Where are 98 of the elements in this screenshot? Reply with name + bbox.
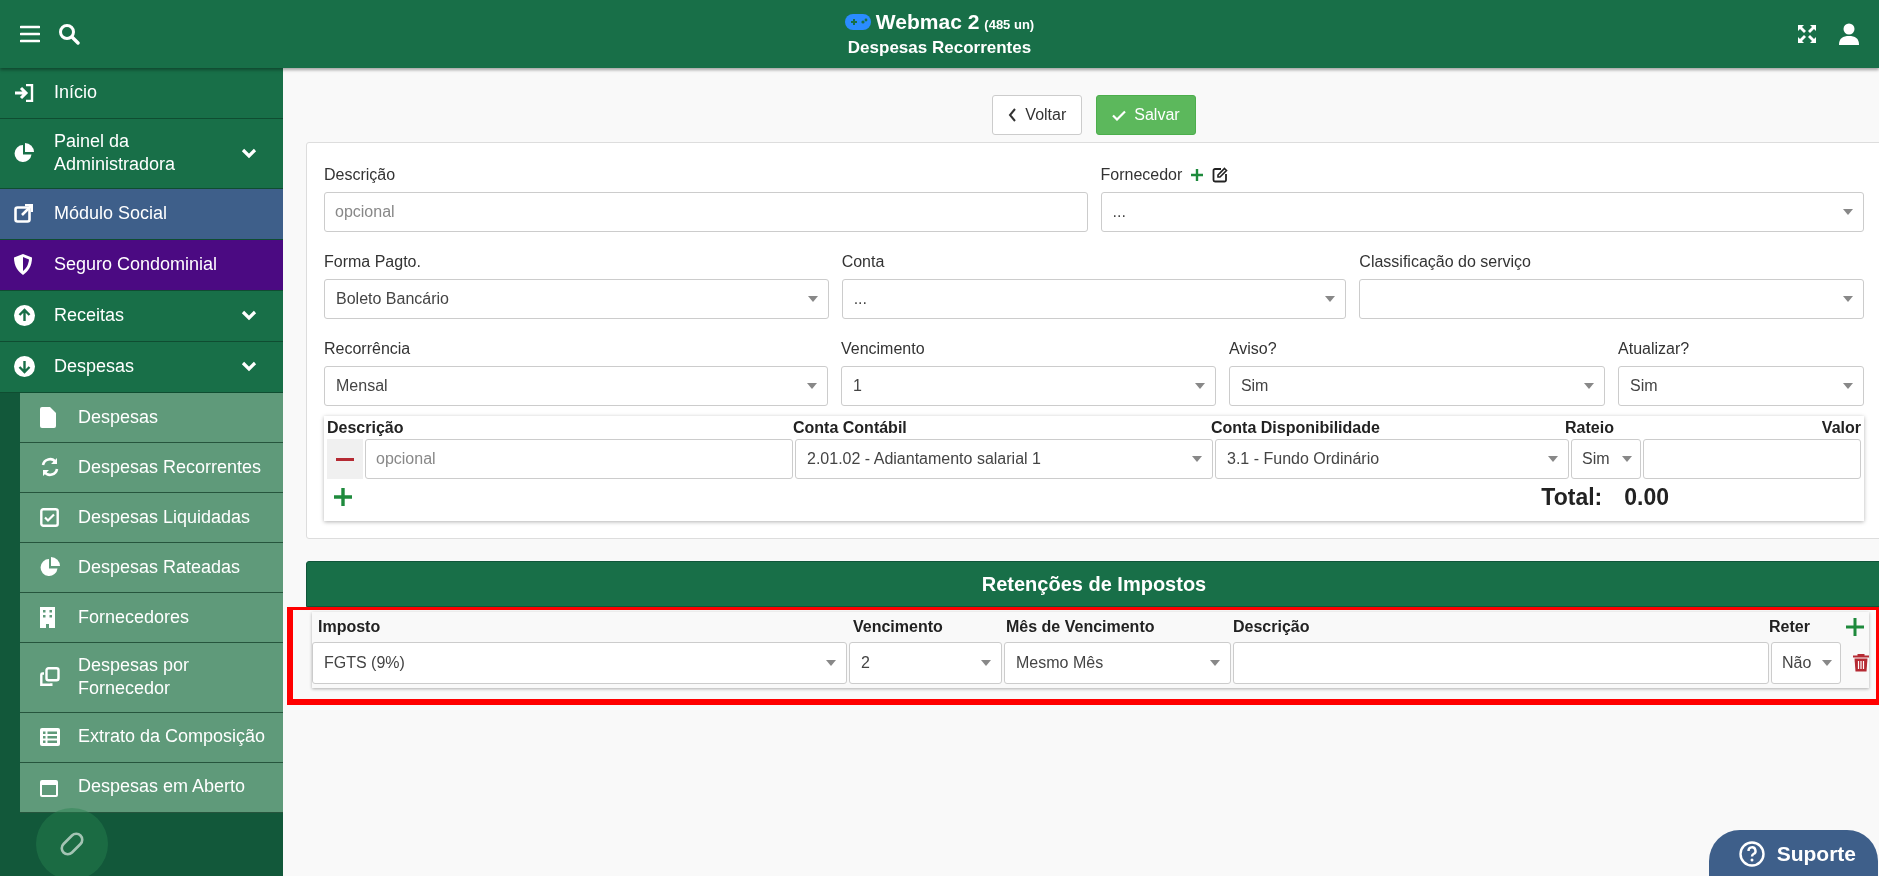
select-field[interactable]: Não bbox=[1771, 642, 1841, 684]
checkbox-icon bbox=[40, 507, 59, 527]
column-header: Imposto bbox=[317, 618, 382, 636]
document-icon bbox=[40, 406, 56, 428]
caret-icon bbox=[1192, 456, 1202, 462]
select-field[interactable]: ... bbox=[1100, 192, 1864, 232]
remove-row-button[interactable] bbox=[327, 439, 363, 479]
select-field[interactable]: ... bbox=[841, 279, 1347, 319]
column-header: Rateio bbox=[1565, 419, 1615, 437]
pie-chart-icon bbox=[14, 142, 35, 164]
arrow-down-circle-icon bbox=[14, 356, 35, 378]
chevron-left-icon bbox=[1008, 108, 1018, 122]
add-icon[interactable] bbox=[1845, 617, 1865, 637]
sidebar-item[interactable]: Início bbox=[0, 68, 283, 119]
check-icon bbox=[1112, 109, 1127, 121]
building-icon bbox=[40, 606, 55, 628]
caret-icon bbox=[807, 296, 818, 302]
chevron-down-icon bbox=[241, 310, 257, 322]
caret-icon bbox=[1325, 296, 1336, 302]
sidebar-item[interactable]: Receitas bbox=[0, 290, 283, 342]
field-label: Forma Pagto. bbox=[324, 253, 421, 271]
select-field[interactable]: 1 bbox=[840, 366, 1216, 406]
column-header: Mês de Vencimento bbox=[1005, 618, 1156, 636]
copy-icon bbox=[40, 667, 60, 688]
edit-icon[interactable] bbox=[1212, 167, 1229, 183]
caret-icon bbox=[1194, 383, 1205, 389]
chevron-down-icon bbox=[241, 361, 257, 373]
caret-icon bbox=[1843, 209, 1853, 215]
app-title: Webmac 2 bbox=[875, 10, 980, 34]
list-icon bbox=[40, 728, 60, 747]
select-field[interactable]: Mensal bbox=[324, 366, 828, 406]
help-icon bbox=[1738, 841, 1765, 867]
sidebar-item[interactable]: Seguro Condominial bbox=[0, 239, 283, 291]
select-field[interactable]: Mesmo Mês bbox=[1004, 642, 1231, 684]
select-field[interactable] bbox=[1359, 279, 1864, 319]
caret-icon bbox=[981, 660, 991, 666]
search-icon[interactable] bbox=[58, 23, 80, 45]
chevron-down-icon bbox=[241, 147, 257, 159]
column-header: Descrição bbox=[1232, 618, 1311, 636]
sign-in-icon bbox=[14, 84, 34, 102]
pie-chart-icon bbox=[40, 556, 61, 578]
sidebar-item[interactable]: Despesas bbox=[0, 341, 283, 393]
menu-icon[interactable] bbox=[20, 25, 40, 43]
add-icon[interactable] bbox=[333, 487, 353, 507]
field-label: Descrição bbox=[324, 166, 396, 184]
field-label: Classificação do serviço bbox=[1359, 253, 1531, 271]
column-header: Descrição bbox=[327, 419, 405, 437]
select-field[interactable]: Sim bbox=[1228, 366, 1606, 406]
section-title: Retenções de Impostos bbox=[981, 572, 1207, 596]
select-field[interactable]: Sim bbox=[1571, 439, 1641, 479]
total-label: Total: bbox=[1541, 483, 1603, 511]
caret-icon bbox=[1584, 383, 1595, 389]
description-field[interactable] bbox=[1233, 642, 1769, 684]
calendar-icon bbox=[40, 777, 58, 797]
caret-icon bbox=[806, 383, 817, 389]
select-field[interactable]: 2 bbox=[849, 642, 1002, 684]
caret-icon bbox=[1622, 456, 1632, 462]
page-title: Despesas Recorrentes bbox=[847, 38, 1032, 58]
caret-icon bbox=[1843, 383, 1853, 389]
column-header: Conta Disponibilidade bbox=[1211, 419, 1381, 437]
caret-icon bbox=[1210, 660, 1220, 666]
text-field[interactable]: opcional bbox=[324, 192, 1088, 232]
arrow-up-circle-icon bbox=[14, 305, 35, 327]
field-label: Atualizar? bbox=[1618, 340, 1690, 358]
user-icon[interactable] bbox=[1839, 23, 1859, 45]
select-field[interactable]: 2.01.02 - Adiantamento salarial 1 bbox=[795, 439, 1213, 479]
caret-icon bbox=[1843, 296, 1853, 302]
external-link-icon bbox=[14, 204, 33, 224]
value-field[interactable] bbox=[1643, 439, 1861, 479]
gamepad-icon bbox=[844, 14, 871, 30]
select-field[interactable]: FGTS (9%) bbox=[312, 642, 847, 684]
select-field[interactable]: 3.1 - Fundo Ordinário bbox=[1215, 439, 1569, 479]
caret-icon bbox=[1822, 660, 1832, 666]
total-value: 0.00 bbox=[1624, 483, 1669, 511]
back-button[interactable]: Voltar bbox=[992, 95, 1083, 135]
unit-count: (485 un) bbox=[984, 16, 1035, 32]
field-label: Vencimento bbox=[840, 340, 925, 358]
select-field[interactable]: Boleto Bancário bbox=[324, 279, 829, 319]
description-field[interactable]: opcional bbox=[365, 439, 793, 479]
support-button[interactable]: Suporte bbox=[1708, 830, 1878, 876]
column-header: Reter bbox=[1768, 618, 1811, 636]
column-header: Valor bbox=[1820, 419, 1861, 437]
column-header: Vencimento bbox=[852, 618, 944, 636]
select-field[interactable]: Sim bbox=[1618, 366, 1864, 406]
fullscreen-icon[interactable] bbox=[1797, 24, 1817, 44]
caret-icon bbox=[1548, 456, 1558, 462]
field-label: Conta bbox=[841, 253, 885, 271]
shield-icon bbox=[14, 254, 32, 276]
field-label: Recorrência bbox=[324, 340, 411, 358]
column-header: Conta Contábil bbox=[793, 419, 908, 437]
sidebar-item[interactable]: Painel da Administradora bbox=[0, 119, 283, 189]
sidebar-item[interactable]: Módulo Social bbox=[0, 188, 283, 240]
field-label: Fornecedor bbox=[1100, 166, 1183, 184]
trash-icon[interactable] bbox=[1853, 654, 1869, 672]
plus-icon[interactable] bbox=[1190, 168, 1205, 182]
caret-icon bbox=[826, 660, 836, 666]
field-label: Aviso? bbox=[1228, 340, 1277, 358]
refresh-icon bbox=[40, 457, 60, 478]
